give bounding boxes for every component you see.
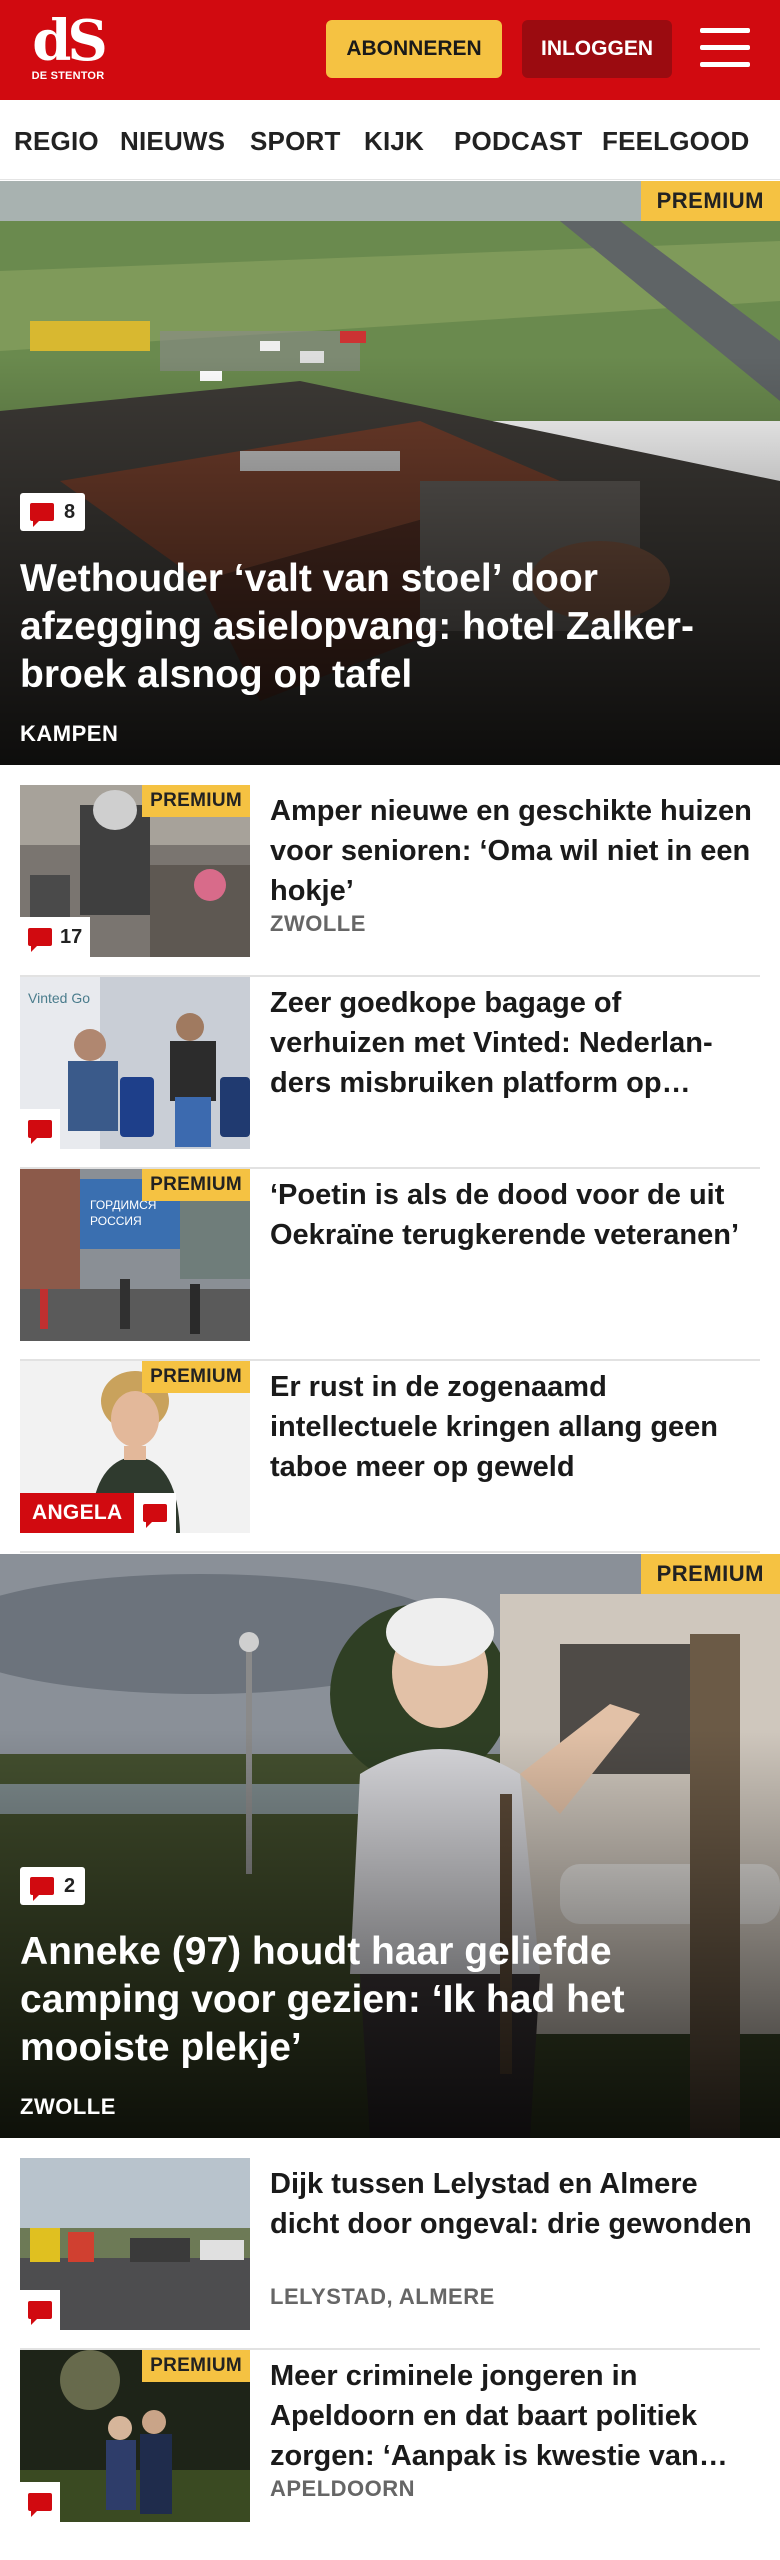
hero-location: ZWOLLE xyxy=(20,2094,116,2119)
comment-count: 2 xyxy=(64,1874,76,1897)
article-thumbnail: Vinted Go xyxy=(20,977,250,1149)
login-button[interactable]: INLOGGEN xyxy=(522,20,672,78)
article-title[interactable]: Meer criminele jongeren in Apeldoorn en … xyxy=(270,2356,760,2476)
logo-mark: dS xyxy=(32,8,108,74)
article-title[interactable]: ‘Poetin is als de dood voor de uit Oekra… xyxy=(270,1175,760,1255)
comment-count-badge[interactable] xyxy=(20,1109,60,1149)
svg-text:РОССИЯ: РОССИЯ xyxy=(90,1214,142,1228)
svg-text:Vinted Go: Vinted Go xyxy=(28,990,90,1006)
article-thumbnail: ГОРДИМСЯ РОССИЯ PREMIUM xyxy=(20,1169,250,1341)
logo-text: DE STENTOR xyxy=(31,70,105,82)
comment-count-badge[interactable] xyxy=(20,2290,60,2330)
comment-count: 8 xyxy=(64,500,76,523)
divider xyxy=(20,1551,760,1553)
article-location: ZWOLLE xyxy=(270,911,366,936)
hero-location: KAMPEN xyxy=(20,721,119,746)
premium-badge: PREMIUM xyxy=(142,785,250,817)
list-item[interactable]: PREMIUM Meer criminele jongeren in Apeld… xyxy=(20,2350,760,2542)
list-item[interactable]: PREMIUM 17 Amper nieuwe en geschikte hui… xyxy=(20,785,760,977)
list-item[interactable]: Vinted Go Zeer goedkope bagage of verhui… xyxy=(20,977,760,1169)
premium-badge: PREMIUM xyxy=(142,2350,250,2382)
premium-badge: PREMIUM xyxy=(640,1554,780,1594)
article-title[interactable]: Er rust in de zogenaamd intellectuele kr… xyxy=(270,1367,760,1487)
article-location: LELYSTAD, ALMERE xyxy=(270,2284,495,2309)
comment-count-badge[interactable]: 17 xyxy=(20,917,91,957)
hero-article[interactable]: PREMIUM 2 Anneke (97) houdt haar geliefd… xyxy=(0,1554,780,2138)
comment-icon xyxy=(30,1877,54,1901)
premium-badge: PREMIUM xyxy=(640,181,780,221)
article-location: APELDOORN xyxy=(270,2476,416,2501)
hero-title[interactable]: Wethouder ‘valt van stoel’ door afzeggin… xyxy=(20,555,740,699)
hamburger-icon[interactable] xyxy=(700,26,752,70)
article-thumbnail: PREMIUM xyxy=(20,2350,250,2522)
nav-item-podcast[interactable]: PODCAST xyxy=(454,126,583,157)
article-title[interactable]: Dijk tussen Lelystad en Almere dicht doo… xyxy=(270,2164,760,2244)
list-item[interactable]: PREMIUM ANGELA Er rust in de zogenaamd i… xyxy=(20,1361,760,1553)
columnist-badge[interactable]: ANGELA xyxy=(20,1493,135,1533)
comment-icon xyxy=(30,503,54,527)
nav-item-nieuws[interactable]: NIEUWS xyxy=(120,126,225,157)
comment-count-badge[interactable] xyxy=(134,1493,176,1533)
premium-badge: PREMIUM xyxy=(142,1169,250,1201)
subscribe-button[interactable]: ABONNEREN xyxy=(326,20,502,78)
comment-count-badge[interactable]: 8 xyxy=(20,493,86,531)
article-thumbnail: PREMIUM 17 xyxy=(20,785,250,957)
nav-scroll-fade xyxy=(750,100,780,179)
top-bar: dS DE STENTOR ABONNEREN INLOGGEN xyxy=(0,0,780,100)
comment-icon xyxy=(28,1120,52,1144)
hamburger-line xyxy=(700,45,750,50)
list-item[interactable]: Dijk tussen Lelystad en Almere dicht doo… xyxy=(20,2158,760,2350)
hero-title[interactable]: Anneke (97) houdt haar geliefde camping … xyxy=(20,1928,740,2072)
list-item[interactable]: ГОРДИМСЯ РОССИЯ PREMIUM ‘Poetin is als d… xyxy=(20,1169,760,1361)
article-thumbnail xyxy=(20,2158,250,2330)
nav-item-kijk[interactable]: KIJK xyxy=(364,126,424,157)
article-title[interactable]: Zeer goedkope bagage of verhuizen met Vi… xyxy=(270,983,760,1103)
comment-count-badge[interactable] xyxy=(20,2482,60,2522)
nav-item-regio[interactable]: REGIO xyxy=(14,126,99,157)
nav-item-feelgood[interactable]: FEELGOOD xyxy=(602,126,750,157)
hamburger-line xyxy=(700,28,750,33)
hamburger-line xyxy=(700,62,750,67)
section-nav: REGIO NIEUWS SPORT KIJK PODCAST FEELGOOD xyxy=(0,100,780,180)
site-logo[interactable]: dS DE STENTOR xyxy=(28,8,108,94)
premium-badge: PREMIUM xyxy=(142,1361,250,1393)
article-thumbnail: PREMIUM ANGELA xyxy=(20,1361,250,1533)
comment-icon xyxy=(143,1504,167,1528)
nav-item-sport[interactable]: SPORT xyxy=(250,126,341,157)
comment-icon xyxy=(28,928,52,952)
comment-icon xyxy=(28,2301,52,2325)
comment-count: 17 xyxy=(60,925,83,948)
comment-count-badge[interactable]: 2 xyxy=(20,1867,86,1905)
article-title[interactable]: Amper nieuwe en geschikte huizen voor se… xyxy=(270,791,760,911)
comment-icon xyxy=(28,2493,52,2517)
hero-article[interactable]: PREMIUM 8 Wethouder ‘valt van stoel’ doo… xyxy=(0,181,780,765)
